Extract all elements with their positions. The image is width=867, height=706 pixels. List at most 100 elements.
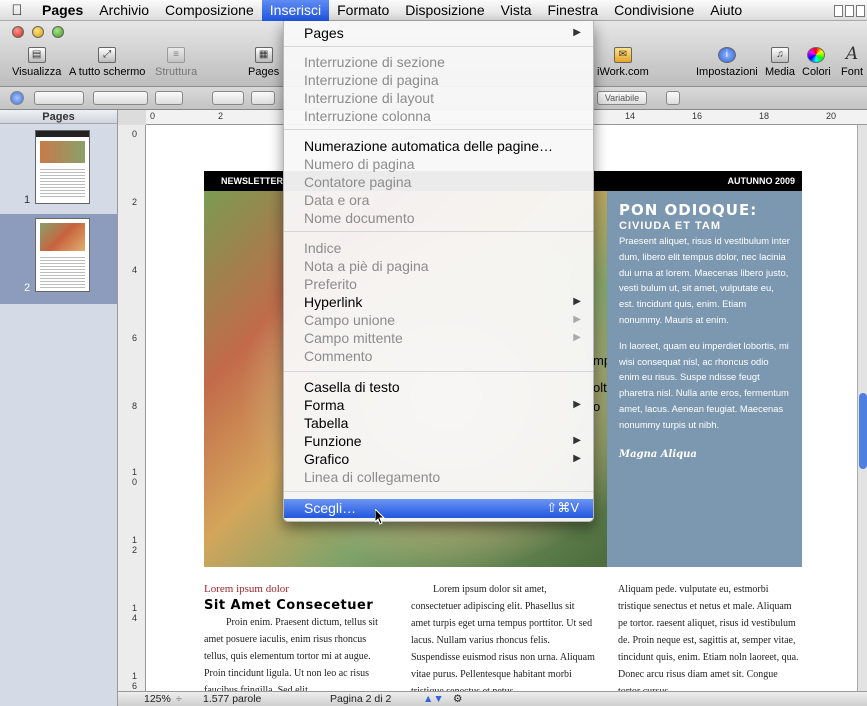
inspector-label: Impostazioni	[696, 66, 758, 78]
highlight-button[interactable]	[251, 91, 275, 105]
menu-formato[interactable]: Formato	[329, 0, 397, 21]
menu-item-page-count: Contatore pagina	[304, 174, 412, 190]
outline-label: Struttura	[155, 66, 198, 78]
menu-item-merge-field: Campo unione ▶	[284, 311, 593, 329]
spacing-stepper[interactable]	[666, 91, 680, 105]
menu-item-label: Forma	[304, 397, 345, 413]
menu-pages[interactable]: Pages	[34, 0, 91, 21]
sidebox-subtitle: CIVIUDA ET TAM	[619, 220, 721, 232]
font-size-field[interactable]	[155, 91, 183, 105]
menu-separator	[284, 129, 593, 130]
menu-item-bookmark: Preferito	[304, 276, 357, 292]
menu-item-pages[interactable]: Pages ▶	[284, 24, 593, 42]
menu-item-function[interactable]: Funzione ▶	[284, 432, 593, 450]
page-indicator: Pagina 2 di 2	[330, 693, 392, 705]
gear-icon[interactable]: ⚙	[453, 692, 462, 706]
text-column-1[interactable]: Lorem ipsum dolor Sit Amet Consecetuer P…	[204, 581, 389, 691]
menu-item-label: Campo mittente	[304, 330, 403, 346]
sidebar-textbox[interactable]: PON ODIOQUE: CIVIUDA ET TAM Praesent ali…	[607, 191, 802, 567]
fullscreen-button[interactable]: ⤢ A tutto schermo	[69, 47, 145, 78]
zoom-stepper-icon[interactable]: ÷	[176, 692, 182, 706]
pages-button[interactable]: ▦ Pages	[248, 47, 279, 78]
outline-button[interactable]: ≡ Struttura	[155, 47, 197, 78]
ruler-tick: 4	[132, 265, 138, 275]
menu-item-footnote: Nota a piè di pagina	[304, 258, 429, 274]
inspector-button[interactable]: i Impostazioni	[696, 47, 758, 78]
menu-item-chart[interactable]: Grafico ▶	[284, 450, 593, 468]
ruler-tick: 6	[132, 333, 138, 343]
menu-shortcut: ⇧⌘V	[546, 500, 579, 515]
status-icon[interactable]	[834, 4, 843, 17]
close-button[interactable]	[12, 26, 24, 38]
page-thumbnail-2[interactable]: 2	[0, 214, 117, 304]
column-kicker: Lorem ipsum dolor	[204, 583, 289, 595]
page-nav-icon[interactable]: ▲▼	[423, 692, 444, 706]
menu-inserisci[interactable]: Inserisci	[261, 0, 330, 21]
spacing-select[interactable]: Variabile	[597, 91, 647, 105]
menu-item-page-number: Numero di pagina	[304, 156, 415, 172]
menu-archivio[interactable]: Archivio	[91, 0, 157, 21]
page-thumbnail-1[interactable]: 1	[0, 126, 117, 216]
view-button[interactable]: ▤ Visualizza	[12, 47, 61, 78]
menu-item-text-box[interactable]: Casella di testo	[284, 378, 593, 396]
menu-item-connection-line: Linea di collegamento	[304, 469, 441, 485]
mouse-pointer-icon	[375, 509, 385, 525]
word-count: 1.577 parole	[203, 693, 262, 705]
outline-icon: ≡	[167, 47, 186, 63]
fonts-button[interactable]: A Font	[841, 44, 863, 79]
inserisci-menu: Pages ▶ Interruzione di sezione Interruzi…	[283, 21, 594, 522]
menu-item-hyperlink[interactable]: Hyperlink ▶	[284, 293, 593, 311]
apple-menu-icon[interactable]: 	[0, 2, 34, 19]
menu-item-shape[interactable]: Forma ▶	[284, 396, 593, 414]
scroll-thumb[interactable]	[859, 393, 867, 469]
menu-aiuto[interactable]: Aiuto	[702, 0, 750, 21]
menu-vista[interactable]: Vista	[493, 0, 540, 21]
status-icon[interactable]	[856, 4, 865, 17]
view-label: Visualizza	[12, 66, 62, 78]
menu-disposizione[interactable]: Disposizione	[397, 0, 492, 21]
ruler-tick: 16	[692, 111, 703, 121]
style-select[interactable]	[34, 91, 84, 105]
text-column-3[interactable]: Aliquam pede. vulputate eu, estmorbi tri…	[618, 581, 802, 691]
ruler-tick: 1 6	[132, 671, 138, 691]
menu-finestra[interactable]: Finestra	[540, 0, 607, 21]
sidebox-paragraph: Praesent aliquet, risus id vestibulum in…	[619, 235, 790, 325]
fullscreen-icon: ⤢	[98, 47, 117, 63]
column-heading: Sit Amet Consecetuer	[204, 598, 374, 613]
text-color-button[interactable]	[212, 91, 244, 105]
sidebox-title: PON ODIOQUE:	[619, 201, 758, 219]
ruler-tick: 1 0	[132, 467, 138, 487]
menu-item-choose[interactable]: Scegli… ⇧⌘V	[284, 499, 593, 518]
page-number: 1	[24, 194, 31, 206]
media-button[interactable]: ♫ Media	[765, 47, 795, 78]
status-icon[interactable]	[845, 4, 854, 17]
vertical-scrollbar[interactable]	[857, 125, 867, 691]
menu-item-auto-page-numbers[interactable]: Numerazione automatica delle pagine…	[284, 137, 593, 155]
zoom-button[interactable]	[52, 26, 64, 38]
iwork-button[interactable]: ✉ iWork.com	[597, 47, 649, 78]
menu-separator	[284, 371, 593, 372]
sidebox-paragraph: In laoreet, quam eu imperdiet lobortis, …	[619, 339, 789, 430]
page-thumbnails-sidebar: Pages 1 2	[0, 110, 118, 706]
menu-item-table[interactable]: Tabella	[284, 414, 593, 432]
menu-item-index: Indice	[304, 240, 342, 256]
zoom-select[interactable]: 125%	[144, 692, 171, 706]
colors-button[interactable]: Colori	[802, 47, 831, 78]
text-column-2[interactable]: Lorem ipsum dolor sit amet, consectetuer…	[411, 581, 596, 691]
menu-composizione[interactable]: Composizione	[157, 0, 262, 21]
menu-condivisione[interactable]: Condivisione	[606, 0, 702, 21]
menu-item-column-break: Interruzione colonna	[304, 108, 431, 124]
font-family-select[interactable]	[93, 91, 148, 105]
styles-drawer-icon[interactable]	[10, 91, 24, 105]
font-icon: A	[845, 44, 859, 64]
ruler-tick: 1 2	[132, 535, 138, 555]
fullscreen-label: A tutto schermo	[69, 66, 146, 78]
ruler-tick: 18	[759, 111, 770, 121]
ruler-tick: 8	[132, 401, 138, 411]
menu-extras	[834, 0, 867, 21]
menu-item-layout-break: Interruzione di layout	[304, 90, 434, 106]
vertical-ruler: 0 2 4 6 8 1 0 1 2 1 4 1 6	[118, 125, 146, 691]
submenu-arrow-icon: ▶	[573, 399, 581, 410]
minimize-button[interactable]	[32, 26, 44, 38]
banner-date: AUTUNNO 2009	[727, 176, 795, 186]
